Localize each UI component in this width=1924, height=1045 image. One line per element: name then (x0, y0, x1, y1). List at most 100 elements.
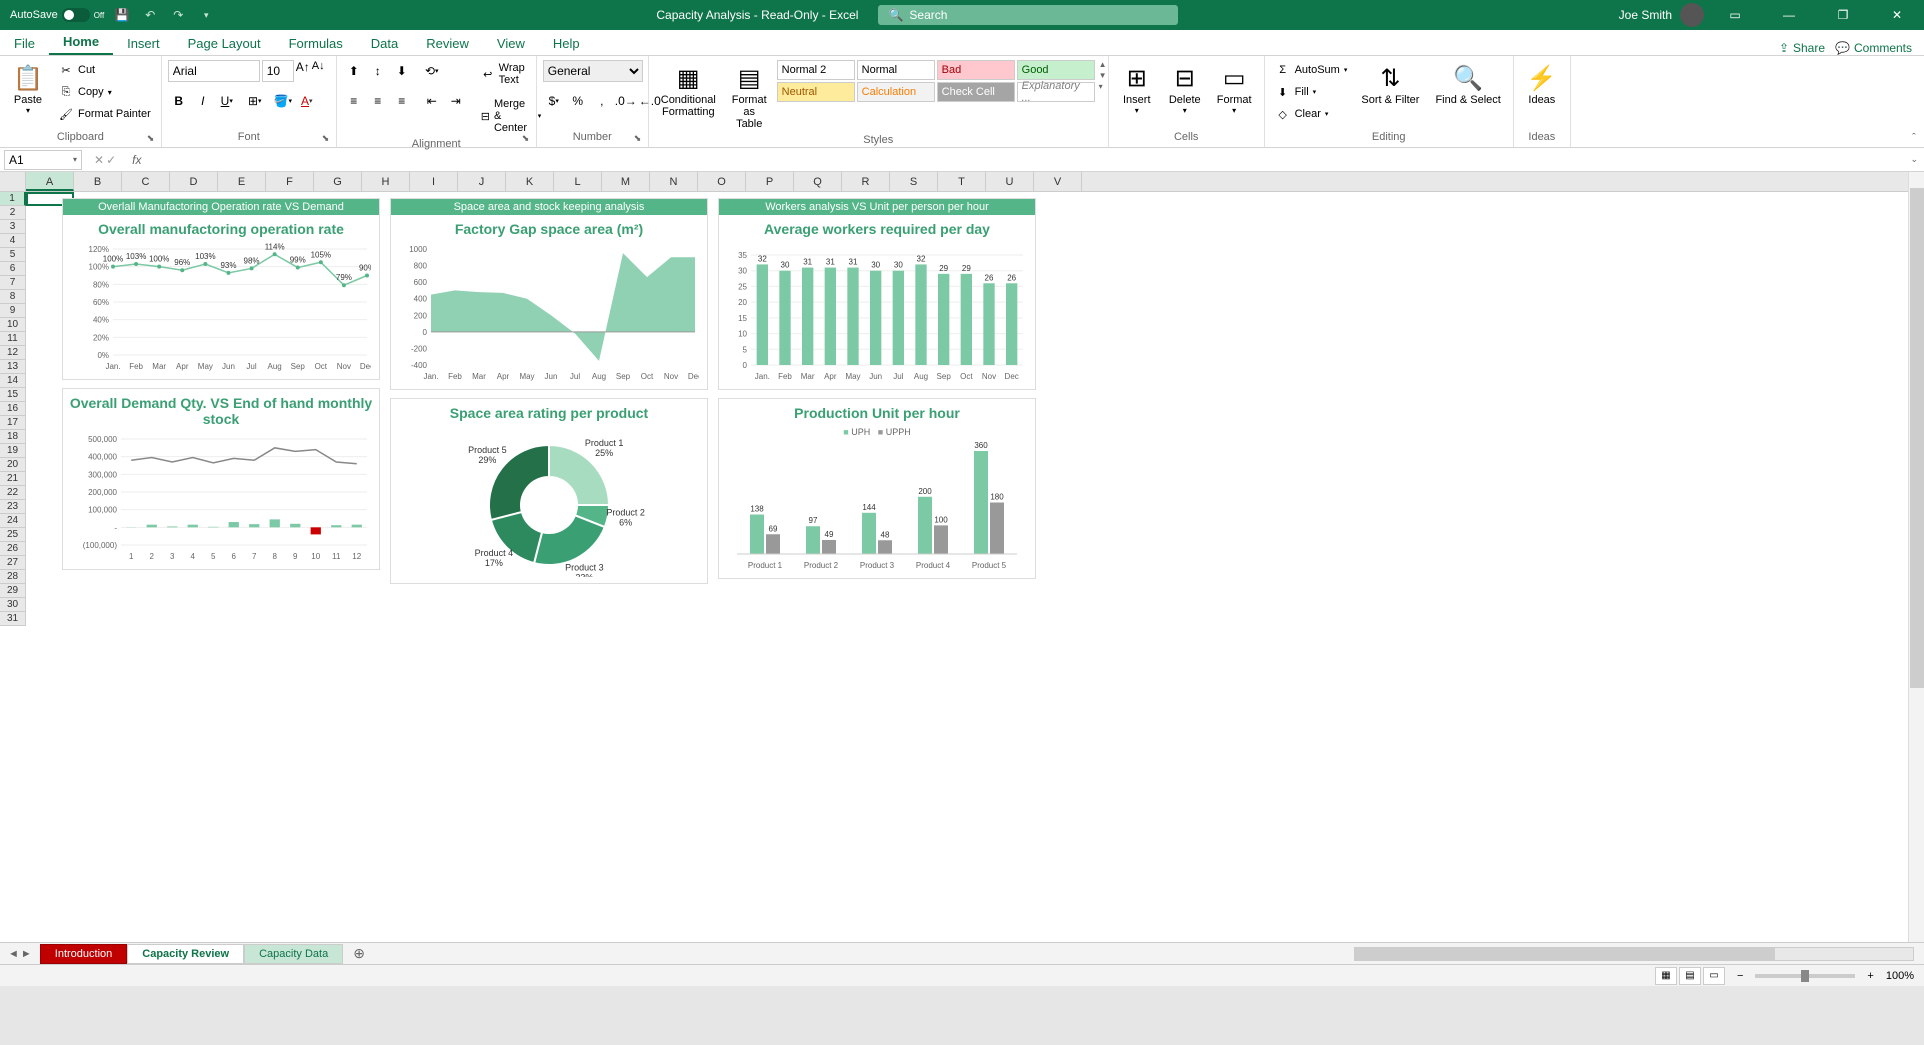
col-header[interactable]: D (170, 172, 218, 191)
styles-up-icon[interactable]: ▲ (1099, 60, 1107, 69)
style-normal[interactable]: Normal (857, 60, 935, 80)
style-check-cell[interactable]: Check Cell (937, 82, 1015, 102)
tab-formulas[interactable]: Formulas (275, 32, 357, 55)
styles-down-icon[interactable]: ▼ (1099, 71, 1107, 80)
row-header[interactable]: 9 (0, 304, 26, 318)
percent-icon[interactable]: % (567, 90, 589, 112)
col-header[interactable]: C (122, 172, 170, 191)
col-header[interactable]: E (218, 172, 266, 191)
hscroll-thumb[interactable] (1355, 948, 1775, 960)
number-format-select[interactable]: General (543, 60, 643, 82)
merge-center-button[interactable]: ⊟Merge & Center ▾ (477, 96, 546, 136)
align-bottom-icon[interactable]: ⬇ (391, 60, 413, 82)
autosum-button[interactable]: ΣAutoSum ▾ (1271, 60, 1352, 80)
col-header[interactable]: N (650, 172, 698, 191)
sheet-first-icon[interactable]: ◄ (8, 948, 19, 960)
tab-home[interactable]: Home (49, 30, 113, 55)
tab-view[interactable]: View (483, 32, 539, 55)
col-header[interactable]: V (1034, 172, 1082, 191)
row-header[interactable]: 16 (0, 402, 26, 416)
zoom-level[interactable]: 100% (1886, 970, 1914, 982)
row-header[interactable]: 19 (0, 444, 26, 458)
fill-color-icon[interactable]: 🪣▾ (272, 90, 294, 112)
row-header[interactable]: 30 (0, 598, 26, 612)
row-header[interactable]: 31 (0, 612, 26, 626)
cancel-formula-icon[interactable]: ✕ (94, 153, 104, 167)
row-header[interactable]: 14 (0, 374, 26, 388)
increase-font-icon[interactable]: A↑ (296, 60, 310, 82)
close-icon[interactable]: ✕ (1874, 0, 1920, 30)
share-button[interactable]: ⇪Share (1779, 41, 1825, 55)
collapse-ribbon-icon[interactable]: ˆ (1904, 56, 1924, 148)
tab-data[interactable]: Data (357, 32, 412, 55)
col-header[interactable]: O (698, 172, 746, 191)
row-header[interactable]: 8 (0, 290, 26, 304)
sheet-tab-introduction[interactable]: Introduction (40, 944, 127, 964)
col-header[interactable]: K (506, 172, 554, 191)
font-size-select[interactable] (262, 60, 294, 82)
col-header[interactable]: B (74, 172, 122, 191)
accept-formula-icon[interactable]: ✓ (106, 153, 116, 167)
bold-icon[interactable]: B (168, 90, 190, 112)
row-header[interactable]: 24 (0, 514, 26, 528)
col-header[interactable]: G (314, 172, 362, 191)
row-header[interactable]: 11 (0, 332, 26, 346)
zoom-slider[interactable] (1755, 974, 1855, 978)
col-header[interactable]: F (266, 172, 314, 191)
dialog-launcher-icon[interactable]: ⬊ (322, 133, 334, 145)
col-header[interactable]: J (458, 172, 506, 191)
row-header[interactable]: 22 (0, 486, 26, 500)
style-bad[interactable]: Bad (937, 60, 1015, 80)
sort-filter-button[interactable]: ⇅Sort & Filter (1355, 60, 1425, 108)
styles-more-icon[interactable]: ▾ (1099, 82, 1107, 91)
col-header[interactable]: A (26, 172, 74, 191)
row-header[interactable]: 25 (0, 528, 26, 542)
row-header[interactable]: 2 (0, 206, 26, 220)
cut-button[interactable]: ✂Cut (54, 60, 155, 80)
decrease-font-icon[interactable]: A↓ (312, 60, 325, 82)
tab-help[interactable]: Help (539, 32, 594, 55)
col-header[interactable]: S (890, 172, 938, 191)
row-header[interactable]: 23 (0, 500, 26, 514)
save-icon[interactable]: 💾 (112, 5, 132, 25)
wrap-text-button[interactable]: ↩Wrap Text (477, 60, 546, 88)
autosave-toggle[interactable]: AutoSave Off (10, 8, 104, 22)
col-header[interactable]: Q (794, 172, 842, 191)
sheet-tab-capacity-data[interactable]: Capacity Data (244, 944, 343, 964)
find-select-button[interactable]: 🔍Find & Select (1429, 60, 1506, 108)
vertical-scrollbar[interactable] (1908, 172, 1924, 942)
row-header[interactable]: 12 (0, 346, 26, 360)
currency-icon[interactable]: $▾ (543, 90, 565, 112)
row-header[interactable]: 20 (0, 458, 26, 472)
col-header[interactable]: U (986, 172, 1034, 191)
align-middle-icon[interactable]: ↕ (367, 60, 389, 82)
toggle-switch[interactable] (62, 8, 90, 22)
user-avatar[interactable] (1680, 3, 1704, 27)
row-header[interactable]: 21 (0, 472, 26, 486)
style-good[interactable]: Good (1017, 60, 1095, 80)
format-cells-button[interactable]: ▭Format▾ (1211, 60, 1258, 117)
minimize-icon[interactable]: — (1766, 0, 1812, 30)
copy-button[interactable]: ⎘Copy ▾ (54, 82, 155, 102)
format-painter-button[interactable]: 🖌Format Painter (54, 104, 155, 124)
ideas-button[interactable]: ⚡Ideas (1520, 60, 1564, 108)
align-left-icon[interactable]: ≡ (343, 90, 365, 112)
row-header[interactable]: 7 (0, 276, 26, 290)
vscroll-thumb[interactable] (1910, 188, 1924, 688)
style-normal2[interactable]: Normal 2 (777, 60, 855, 80)
border-icon[interactable]: ⊞ ▾ (244, 90, 266, 112)
zoom-out-icon[interactable]: − (1737, 970, 1743, 982)
row-header[interactable]: 26 (0, 542, 26, 556)
dialog-launcher-icon[interactable]: ⬊ (522, 133, 534, 145)
dialog-launcher-icon[interactable]: ⬊ (147, 133, 159, 145)
row-header[interactable]: 1 (0, 192, 26, 206)
tab-review[interactable]: Review (412, 32, 483, 55)
comma-icon[interactable]: , (591, 90, 613, 112)
col-header[interactable]: P (746, 172, 794, 191)
align-right-icon[interactable]: ≡ (391, 90, 413, 112)
insert-cells-button[interactable]: ⊞Insert▾ (1115, 60, 1159, 117)
col-header[interactable]: H (362, 172, 410, 191)
col-header[interactable]: T (938, 172, 986, 191)
italic-icon[interactable]: I (192, 90, 214, 112)
row-header[interactable]: 5 (0, 248, 26, 262)
